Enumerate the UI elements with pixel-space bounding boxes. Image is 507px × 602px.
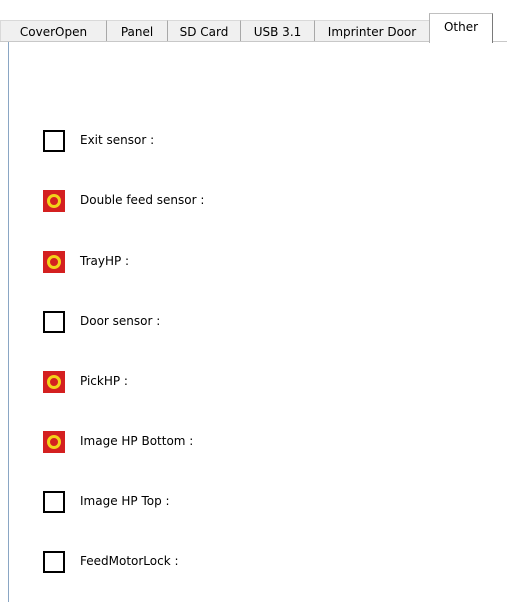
tab-other[interactable]: Other (429, 13, 493, 43)
status-indicator (43, 551, 65, 573)
status-indicator (43, 311, 65, 333)
sensor-label: PickHP : (80, 374, 128, 388)
indicator-ring (47, 194, 61, 208)
tab-label: Other (443, 20, 479, 34)
tab-label: Imprinter Door (327, 25, 417, 39)
sensor-label: TrayHP : (80, 254, 130, 268)
tab-strip: CoverOpen Panel SD Card USB 3.1 Imprinte… (0, 0, 507, 43)
tab-label: Panel (120, 25, 154, 39)
sensor-label: FeedMotorLock : (80, 554, 179, 568)
indicator-ring (47, 435, 61, 449)
tab-sd-card[interactable]: SD Card (167, 20, 240, 42)
sensor-label: Door sensor : (80, 314, 161, 328)
tab-panel[interactable]: Panel (106, 20, 167, 42)
sensor-label: Exit sensor : (80, 133, 155, 147)
sensor-label: Image HP Top : (80, 494, 170, 508)
sensor-label: Double feed sensor : (80, 193, 205, 207)
status-indicator (43, 371, 65, 393)
status-indicator (43, 491, 65, 513)
status-indicator (43, 251, 65, 273)
tab-panel-other: Exit sensor : Double feed sensor : TrayH… (0, 41, 507, 602)
tab-imprinter-door[interactable]: Imprinter Door (314, 20, 429, 42)
panel-border (8, 42, 9, 602)
indicator-ring (47, 255, 61, 269)
status-indicator (43, 190, 65, 212)
status-indicator (43, 431, 65, 453)
tab-coveropen[interactable]: CoverOpen (0, 20, 106, 42)
status-indicator (43, 130, 65, 152)
sensor-label: Image HP Bottom : (80, 434, 194, 448)
indicator-ring (47, 375, 61, 389)
tab-label: SD Card (179, 25, 229, 39)
tab-label: CoverOpen (19, 25, 88, 39)
tab-label: USB 3.1 (253, 25, 302, 39)
tab-usb-3-1[interactable]: USB 3.1 (240, 20, 314, 42)
